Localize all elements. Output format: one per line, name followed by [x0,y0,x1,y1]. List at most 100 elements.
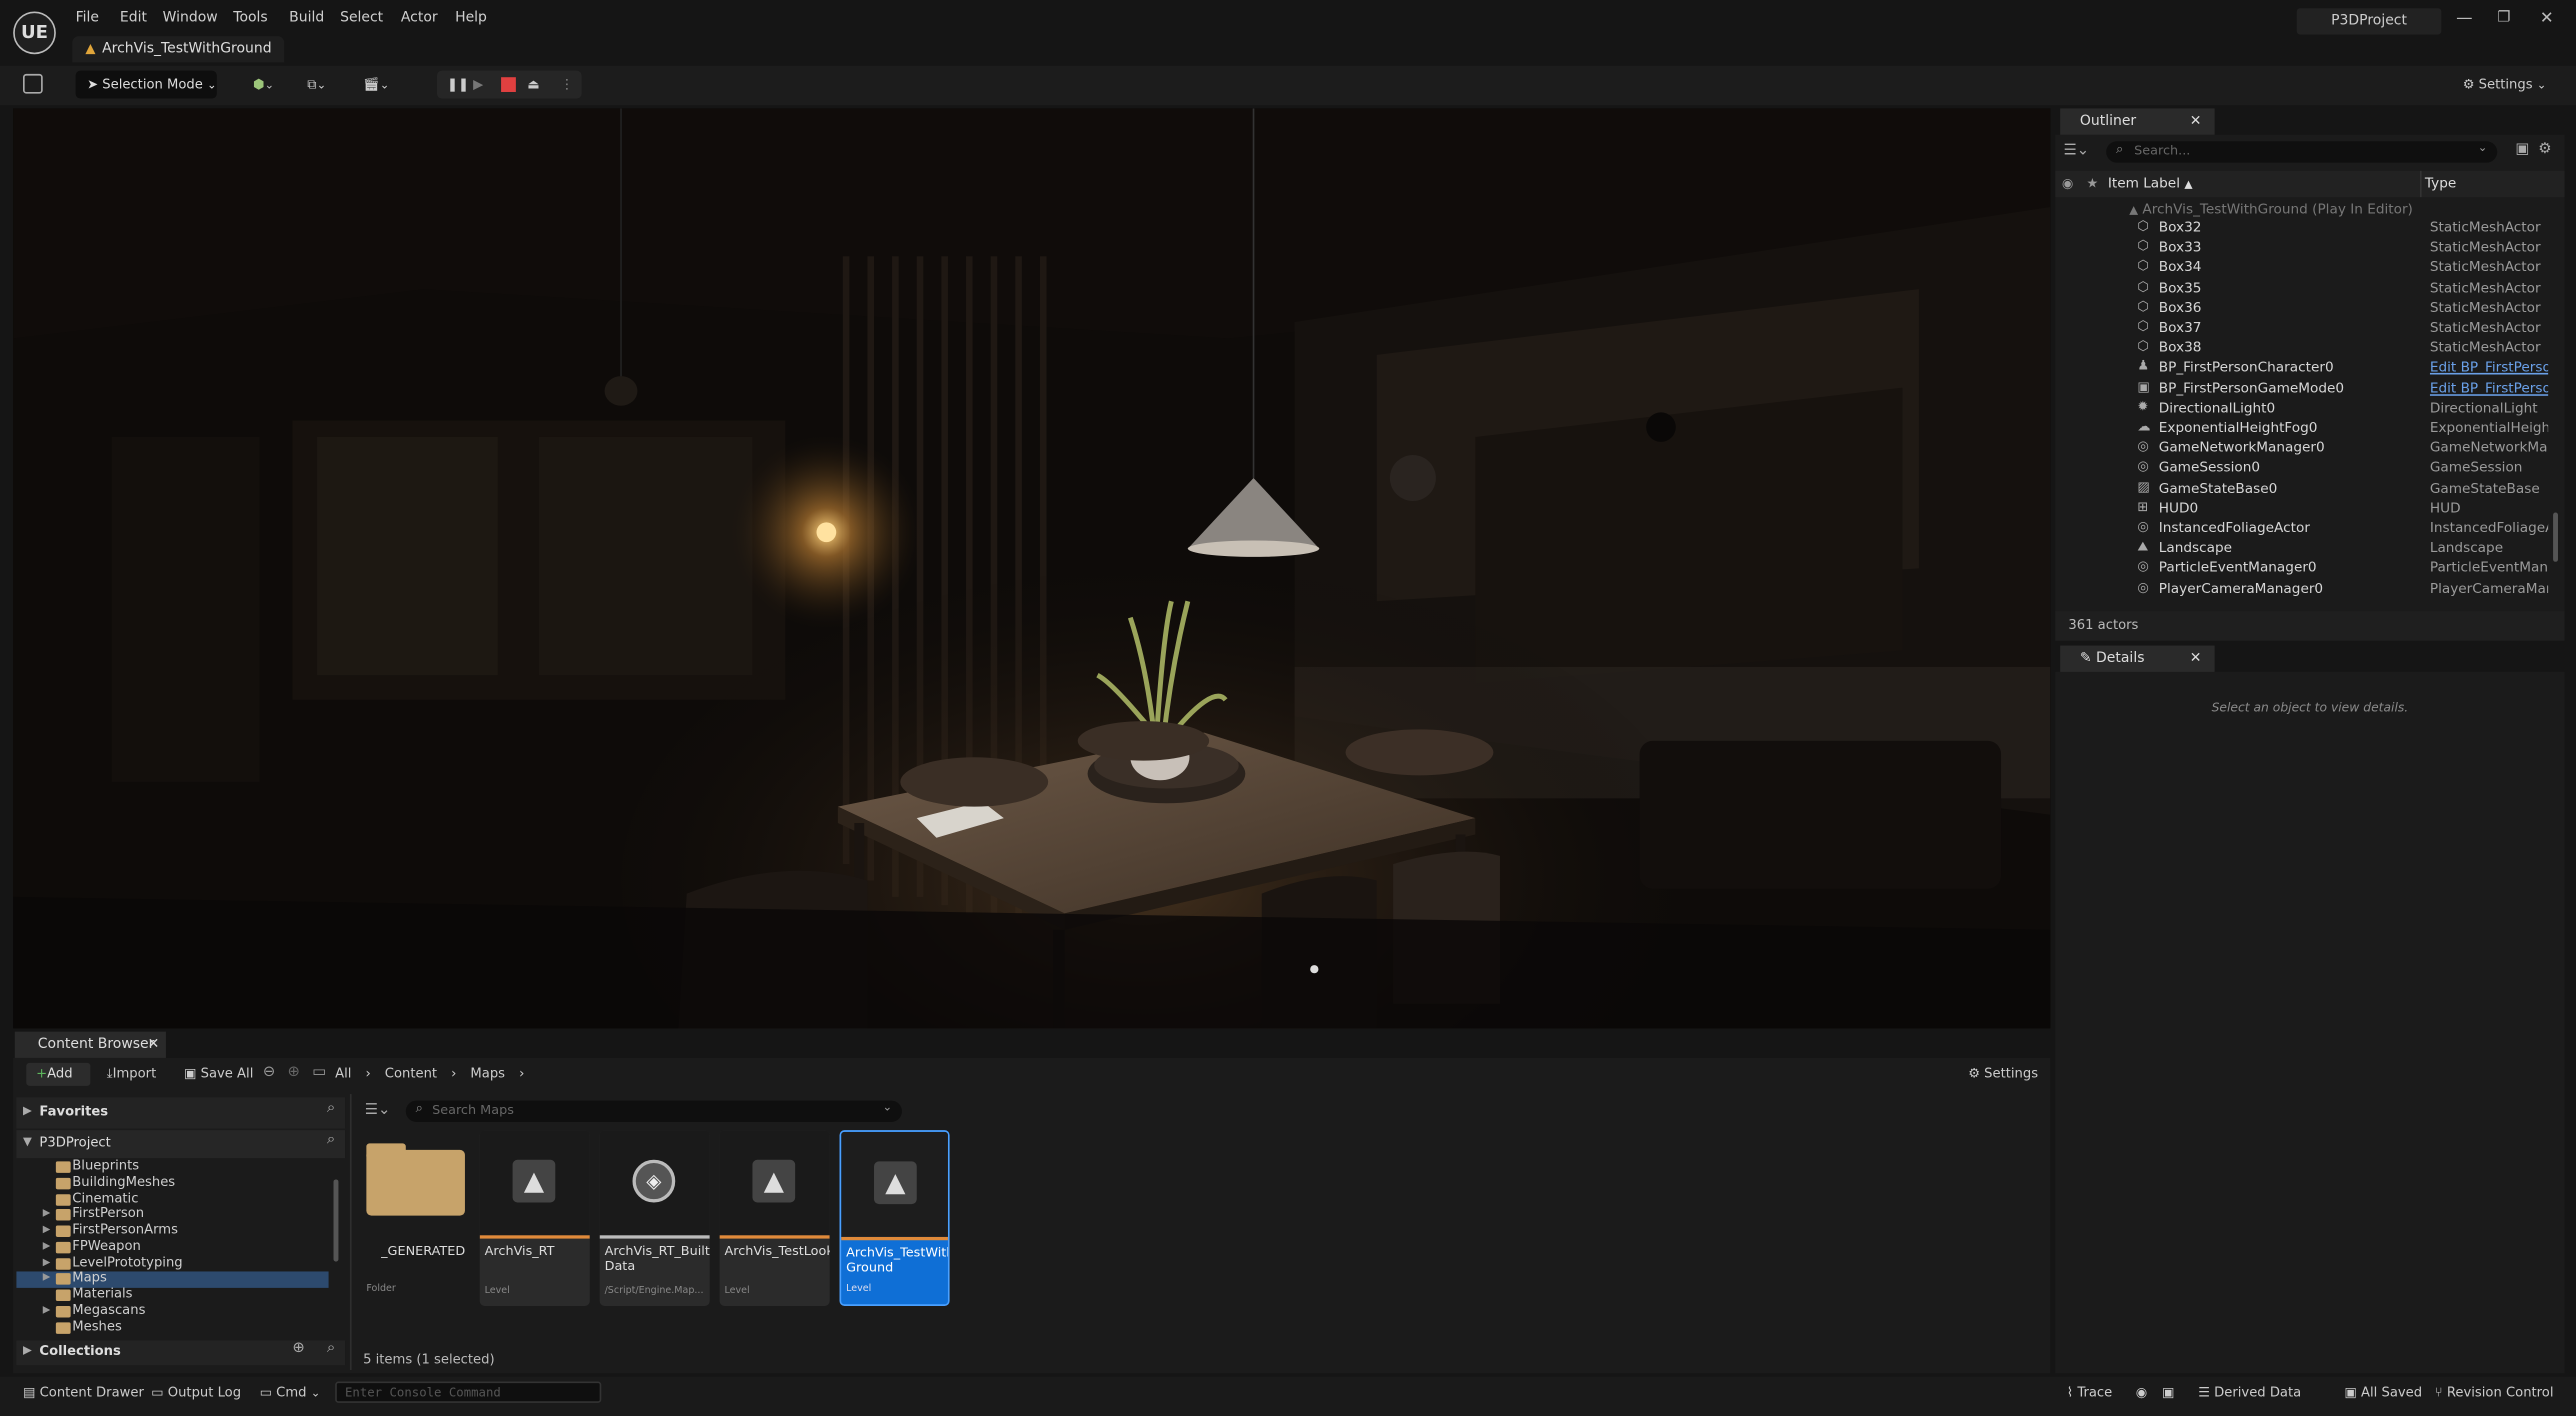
gear-icon[interactable]: ⚙ [2538,141,2551,157]
outliner-tab[interactable]: Outliner ✕ [2060,108,2215,137]
details-tab[interactable]: ✎ Details ✕ [2060,645,2215,674]
outliner-row[interactable]: ⬡ Box36 StaticMeshActor [2055,299,2548,319]
outliner-row[interactable]: ◎ GameSession0 GameSession [2055,459,2548,479]
filter-icon[interactable]: ☰⌄ [365,1102,391,1118]
add-folder-icon[interactable]: ▣ [2515,141,2529,157]
folder-tree-item[interactable]: ▶ LevelPrototyping [16,1254,328,1272]
folder-tree-item[interactable]: Meshes [16,1318,328,1336]
folder-tree-item[interactable]: ▶ Megascans [16,1302,328,1320]
outliner-row[interactable]: ✹ DirectionalLight0 DirectionalLight [2055,399,2548,419]
outliner-row[interactable]: ⬡ Box34 StaticMeshActor [2055,259,2548,279]
folder-icon[interactable]: ▭ [312,1064,326,1080]
breadcrumb-maps[interactable]: Maps [470,1066,505,1081]
close-tab-icon[interactable]: ✕ [2190,108,2202,136]
step-icon[interactable]: ▶︎ [473,71,483,99]
breadcrumb-content[interactable]: Content [385,1066,437,1081]
menu-file[interactable]: File [76,10,99,26]
outliner-row[interactable]: ☁ ExponentialHeightFog0 ExponentialHeightF… [2055,419,2548,439]
outliner-row[interactable]: ⬡ Box32 StaticMeshActor [2055,218,2548,238]
column-item-label[interactable]: Item Label ▲ [2108,174,2193,190]
console-command-input[interactable]: Enter Console Command [335,1381,602,1403]
outliner-row[interactable]: ◎ PlayerCameraManager0 PlayerCameraManag [2055,579,2548,599]
add-button[interactable]: +Add [26,1062,91,1086]
derived-data-button[interactable]: ☰ Derived Data [2198,1385,2301,1400]
level-document-tab[interactable]: ▲ ArchVis_TestWithGround [72,36,285,63]
collections-header[interactable]: ▶ Collections ⊕ ⌕ [16,1340,346,1366]
outliner-row[interactable]: ▣ BP_FirstPersonGameMode0 Edit BP_FirstPer… [2055,379,2548,399]
level-viewport[interactable] [13,108,2051,1029]
menu-tools[interactable]: Tools [233,10,267,26]
chevron-right-icon[interactable]: ▶ [43,1240,51,1251]
outliner-search-input[interactable]: ⌕ Search... ⌄ [2106,141,2498,163]
chevron-right-icon[interactable]: ▶ [43,1304,51,1315]
favorites-header[interactable]: ▶ Favorites ⌕ [16,1097,346,1129]
menu-actor[interactable]: Actor [401,10,438,26]
content-settings-button[interactable]: ⚙ Settings [1968,1066,2038,1081]
content-drawer-button[interactable]: ▤ Content Drawer [23,1385,144,1400]
unreal-logo-icon[interactable]: UE [13,11,56,55]
add-actor-icon[interactable]: ⬢⌄ [253,71,274,99]
outliner-row[interactable]: ⬡ Box35 StaticMeshActor [2055,279,2548,299]
search-icon[interactable]: ⌕ [327,1340,335,1356]
menu-edit[interactable]: Edit [120,10,147,26]
history-forward-icon[interactable]: ⊕ [288,1064,300,1080]
close-tab-icon[interactable]: ✕ [148,1032,160,1060]
folder-tree-item[interactable]: ▶ FirstPersonArms [16,1222,328,1240]
folder-tree-item[interactable]: Blueprints [16,1158,328,1176]
edit-blueprint-link[interactable]: Edit BP_FirstPersonG [2430,379,2548,395]
folder-tree-scrollbar[interactable] [333,1179,339,1262]
more-options-icon[interactable]: ⋮ [560,71,573,99]
cinematics-icon[interactable]: 🎬︎⌄ [363,71,389,99]
outliner-row[interactable]: ⊞ HUD0 HUD [2055,499,2548,519]
save-all-button[interactable]: ▣ Save All [184,1066,253,1081]
asset-search-input[interactable]: ⌕ Search Maps ⌄ [405,1100,902,1122]
outliner-row[interactable]: ♟ BP_FirstPersonCharacter0 Edit BP_FirstPe… [2055,359,2548,379]
outliner-row[interactable]: ◎ ParticleEventManager0 ParticleEventManag… [2055,559,2548,579]
add-collection-icon[interactable]: ⊕ [292,1340,304,1356]
import-button[interactable]: ⤓Import [107,1066,156,1082]
outliner-row[interactable]: ▨ GameStateBase0 GameStateBase [2055,479,2548,499]
menu-build[interactable]: Build [289,10,324,26]
chevron-right-icon[interactable]: ▶ [43,1272,51,1283]
folder-tree-item[interactable]: ▶ FPWeapon [16,1238,328,1256]
asset-tile-generated-folder[interactable]: _GENERATED Folder [363,1130,473,1306]
project-header[interactable]: ▼ P3DProject ⌕ [16,1130,346,1159]
folder-tree-item[interactable]: BuildingMeshes [16,1174,328,1192]
eject-icon[interactable]: ⏏ [527,71,539,99]
edit-blueprint-link[interactable]: Edit BP_FirstPersonC [2430,359,2548,375]
folder-tree-item[interactable]: Cinematic [16,1190,328,1208]
history-back-icon[interactable]: ⊖ [263,1064,275,1080]
outliner-row[interactable]: ⬡ Box38 StaticMeshActor [2055,339,2548,359]
close-tab-icon[interactable]: ✕ [2190,646,2202,674]
filter-icon[interactable]: ☰⌄ [2063,143,2089,159]
menu-window[interactable]: Window [163,10,218,26]
minimize-icon[interactable]: — [2456,10,2472,28]
save-icon[interactable] [23,73,43,94]
stop-icon[interactable] [501,77,516,92]
menu-help[interactable]: Help [455,10,487,26]
blueprint-icon[interactable]: ⧉⌄ [307,71,326,99]
folder-tree-item[interactable]: Materials [16,1286,328,1304]
asset-tile-archvis-rt-builtdata[interactable]: ◈ ArchVis_RT_Built Data /Script/Engine.M… [599,1130,710,1306]
settings-button[interactable]: ⚙ Settings ⌄ [2463,71,2547,99]
screenshot-icon[interactable]: ▣ [2162,1385,2174,1400]
breadcrumb-all[interactable]: All [335,1066,351,1081]
outliner-row[interactable]: ⛰ Landscape Landscape [2055,539,2548,559]
selection-mode-dropdown[interactable]: ➤ Selection Mode ⌄ [75,70,217,99]
search-icon[interactable]: ⌕ [327,1101,335,1117]
pin-star-icon[interactable]: ★ [2086,176,2098,191]
all-saved-button[interactable]: ▣ All Saved [2344,1385,2422,1400]
folder-tree-item[interactable]: ▶ Maps [16,1270,329,1288]
visibility-eye-icon[interactable]: ◉ [2062,176,2073,191]
output-log-button[interactable]: ▭ Output Log [151,1385,241,1400]
asset-tile-archvis-testwithground[interactable]: ▲ ArchVis_TestWith Ground Level [839,1130,950,1306]
close-icon[interactable]: ✕ [2540,10,2554,28]
chevron-right-icon[interactable]: ▶ [43,1208,51,1219]
outliner-row[interactable]: ◎ InstancedFoliageActor InstancedFoliageAc… [2055,519,2548,539]
outliner-root-world[interactable]: ▲ ArchVis_TestWithGround (Play In Editor… [2129,200,2413,216]
search-icon[interactable]: ⌕ [327,1132,335,1148]
outliner-row[interactable]: ⬡ Box33 StaticMeshActor [2055,238,2548,258]
record-icon[interactable]: ◉ [2136,1385,2147,1400]
restore-icon[interactable]: ❐ [2497,10,2510,26]
outliner-row[interactable]: ◎ GameNetworkManager0 GameNetworkManag [2055,439,2548,459]
